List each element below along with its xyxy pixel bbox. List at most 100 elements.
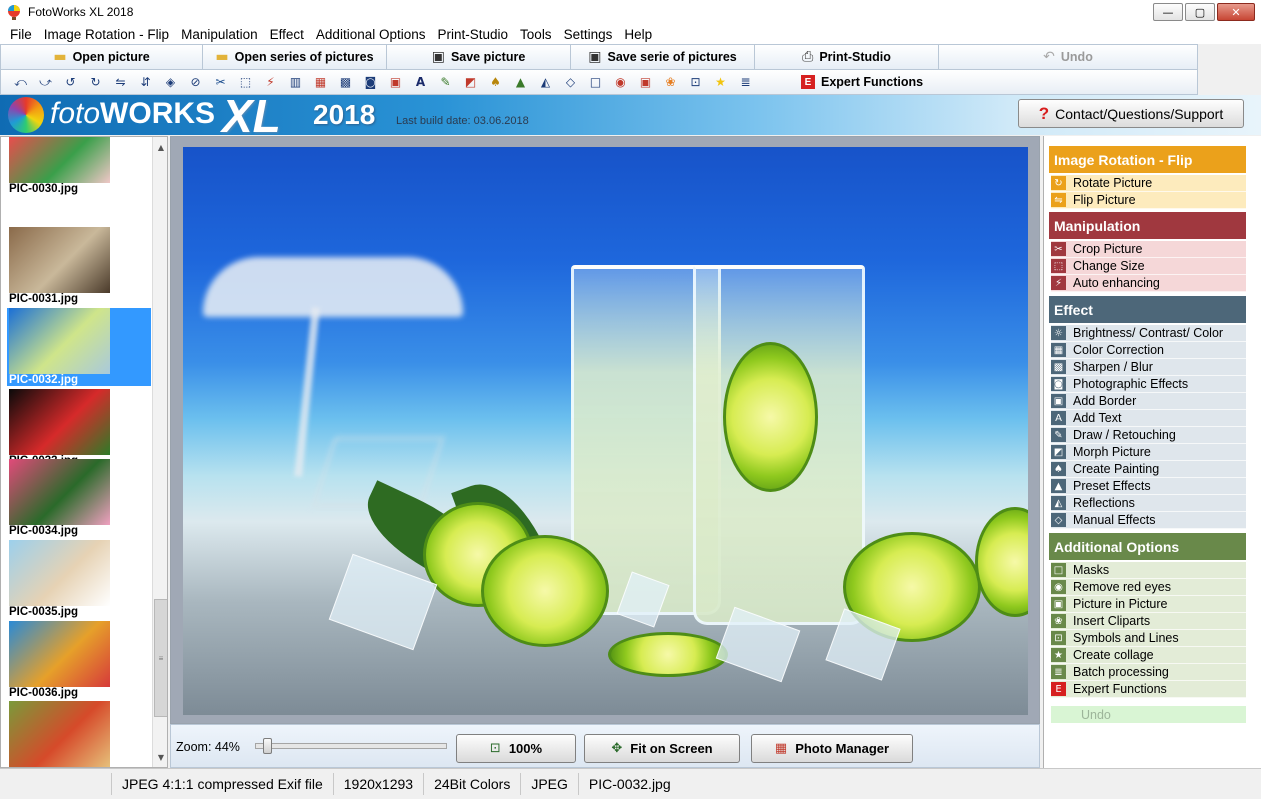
- open-picture-button[interactable]: ▬ Open picture: [1, 45, 203, 69]
- sidebar-item[interactable]: ◩ Morph Picture: [1051, 444, 1246, 461]
- sidebar-item[interactable]: □ Masks: [1051, 562, 1246, 579]
- tilt-icon[interactable]: ⊘: [186, 73, 205, 92]
- picture-in-picture-icon[interactable]: ▣: [636, 73, 655, 92]
- sidebar-item[interactable]: A Add Text: [1051, 410, 1246, 427]
- thumbnail-item[interactable]: PIC-0036.jpg: [7, 621, 151, 699]
- sidebar-section-header[interactable]: Manipulation: [1049, 212, 1246, 239]
- sidebar-undo-button[interactable]: Undo: [1051, 706, 1246, 723]
- fit-on-screen-button[interactable]: ✥ Fit on Screen: [584, 734, 740, 763]
- sidebar-item[interactable]: ▦ Color Correction: [1051, 342, 1246, 359]
- maximize-button[interactable]: ▢: [1185, 3, 1215, 21]
- sidebar-item[interactable]: ▲ Preset Effects: [1051, 478, 1246, 495]
- menu-help[interactable]: Help: [618, 27, 658, 42]
- sidebar-item[interactable]: ✎ Draw / Retouching: [1051, 427, 1246, 444]
- reflection-icon[interactable]: ◭: [536, 73, 555, 92]
- sidebar-item[interactable]: ⇋ Flip Picture: [1051, 192, 1246, 209]
- menu-file[interactable]: File: [4, 27, 38, 42]
- contact-support-button[interactable]: ? Contact/Questions/Support: [1018, 99, 1244, 128]
- sidebar-item[interactable]: ⊡ Symbols and Lines: [1051, 630, 1246, 647]
- thumbnail-item[interactable]: PIC-0033.jpg: [7, 389, 151, 467]
- menu-additional-options[interactable]: Additional Options: [310, 27, 432, 42]
- thumbnail-item[interactable]: PIC-0034.jpg: [7, 459, 151, 537]
- close-button[interactable]: ✕: [1217, 3, 1255, 21]
- rotate-cw-icon[interactable]: ↻: [86, 73, 105, 92]
- sidebar-item[interactable]: ↻ Rotate Picture: [1051, 175, 1246, 192]
- menu-print-studio[interactable]: Print-Studio: [432, 27, 515, 42]
- clipart-icon[interactable]: ❀: [661, 73, 680, 92]
- star-icon[interactable]: ★: [711, 73, 730, 92]
- sharpen-icon[interactable]: ▩: [336, 73, 355, 92]
- sidebar-item[interactable]: ♠ Create Painting: [1051, 461, 1246, 478]
- thumbnail-scrollbar[interactable]: ▲ ≡ ▼: [152, 137, 167, 767]
- text-icon[interactable]: A: [411, 73, 430, 92]
- sidebar-item[interactable]: ⚡ Auto enhancing: [1051, 275, 1246, 292]
- rotate-ccw-icon[interactable]: ↺: [61, 73, 80, 92]
- menu-effect[interactable]: Effect: [264, 27, 310, 42]
- sidebar-item[interactable]: ✂ Crop Picture: [1051, 241, 1246, 258]
- thumbnail-item[interactable]: PIC-0032.jpg: [7, 308, 151, 386]
- mask-icon[interactable]: □: [586, 73, 605, 92]
- sidebar-item[interactable]: ◇ Manual Effects: [1051, 512, 1246, 529]
- manual-effects-icon[interactable]: ◇: [561, 73, 580, 92]
- expert-functions-button[interactable]: E Expert Functions: [801, 75, 923, 89]
- camera-icon[interactable]: ◙: [361, 73, 380, 92]
- photo-whole-lime-right: [975, 507, 1028, 617]
- photo-manager-button[interactable]: ▦ Photo Manager: [751, 734, 913, 763]
- menu-settings[interactable]: Settings: [558, 27, 619, 42]
- menu-image-rotation-flip[interactable]: Image Rotation - Flip: [38, 27, 175, 42]
- minimize-button[interactable]: —: [1153, 3, 1183, 21]
- scrollbar-thumb[interactable]: ≡: [154, 599, 167, 717]
- sidebar-item[interactable]: ◉ Remove red eyes: [1051, 579, 1246, 596]
- resize-icon[interactable]: ⬚: [236, 73, 255, 92]
- sidebar-item[interactable]: ❀ Insert Cliparts: [1051, 613, 1246, 630]
- batch-icon[interactable]: ≣: [736, 73, 755, 92]
- border-icon[interactable]: ▣: [386, 73, 405, 92]
- sidebar-item[interactable]: ▣ Add Border: [1051, 393, 1246, 410]
- thumbnail-item[interactable]: PIC-0037.jpg: [7, 701, 151, 767]
- scroll-up-icon[interactable]: ▲: [153, 139, 167, 155]
- sidebar-item[interactable]: ◭ Reflections: [1051, 495, 1246, 512]
- sidebar-item[interactable]: ▣ Picture in Picture: [1051, 596, 1246, 613]
- magic-wand-icon[interactable]: ⚡: [261, 73, 280, 92]
- menu-tools[interactable]: Tools: [514, 27, 558, 42]
- sidebar-section-header[interactable]: Effect: [1049, 296, 1246, 323]
- sidebar-item[interactable]: ◙ Photographic Effects: [1051, 376, 1246, 393]
- crop-icon[interactable]: ✂: [211, 73, 230, 92]
- sidebar-section-header[interactable]: Additional Options: [1049, 533, 1246, 560]
- sidebar-item[interactable]: ☼ Brightness/ Contrast/ Color: [1051, 325, 1246, 342]
- image-canvas[interactable]: [170, 136, 1040, 724]
- sidebar-item[interactable]: ★ Create collage: [1051, 647, 1246, 664]
- zoom-100-button[interactable]: ⊡ 100%: [456, 734, 576, 763]
- symbols-icon[interactable]: ⊡: [686, 73, 705, 92]
- save-series-button[interactable]: ▣ Save serie of pictures: [571, 45, 755, 69]
- undo-button[interactable]: ↶ Undo: [939, 45, 1197, 69]
- brush-icon[interactable]: ✎: [436, 73, 455, 92]
- thumbnail-item[interactable]: PIC-0031.jpg: [7, 227, 151, 305]
- thumbnail-item[interactable]: PIC-0035.jpg: [7, 540, 151, 618]
- sidebar-item[interactable]: ⬚ Change Size: [1051, 258, 1246, 275]
- rotate-left-icon[interactable]: ⤺: [11, 73, 30, 92]
- save-picture-button[interactable]: ▣ Save picture: [387, 45, 571, 69]
- zoom-slider[interactable]: [255, 738, 447, 754]
- rotate-right-icon[interactable]: ⤻: [36, 73, 55, 92]
- levels-icon[interactable]: ▥: [286, 73, 305, 92]
- sidebar-item[interactable]: E Expert Functions: [1051, 681, 1246, 698]
- color-correction-icon[interactable]: ▦: [311, 73, 330, 92]
- zoom-handle[interactable]: [263, 738, 272, 754]
- sidebar-item[interactable]: ≣ Batch processing: [1051, 664, 1246, 681]
- open-series-button[interactable]: ▬ Open series of pictures: [203, 45, 387, 69]
- flip-horizontal-icon[interactable]: ⇋: [111, 73, 130, 92]
- painting-icon[interactable]: ♠: [486, 73, 505, 92]
- preset-icon[interactable]: ▲: [511, 73, 530, 92]
- sidebar-item[interactable]: ▩ Sharpen / Blur: [1051, 359, 1246, 376]
- scroll-down-icon[interactable]: ▼: [153, 749, 167, 765]
- thumbnail-item[interactable]: PIC-0030.jpg: [7, 137, 151, 195]
- perspective-icon[interactable]: ◈: [161, 73, 180, 92]
- menu-manipulation[interactable]: Manipulation: [175, 27, 264, 42]
- print-studio-button[interactable]: ⎙ Print-Studio: [755, 45, 939, 69]
- morph-icon[interactable]: ◩: [461, 73, 480, 92]
- sidebar-section-header[interactable]: Image Rotation - Flip: [1049, 146, 1246, 173]
- flip-vertical-icon[interactable]: ⇵: [136, 73, 155, 92]
- picture-in-picture-icon: ▣: [1051, 597, 1066, 611]
- eye-icon[interactable]: ◉: [611, 73, 630, 92]
